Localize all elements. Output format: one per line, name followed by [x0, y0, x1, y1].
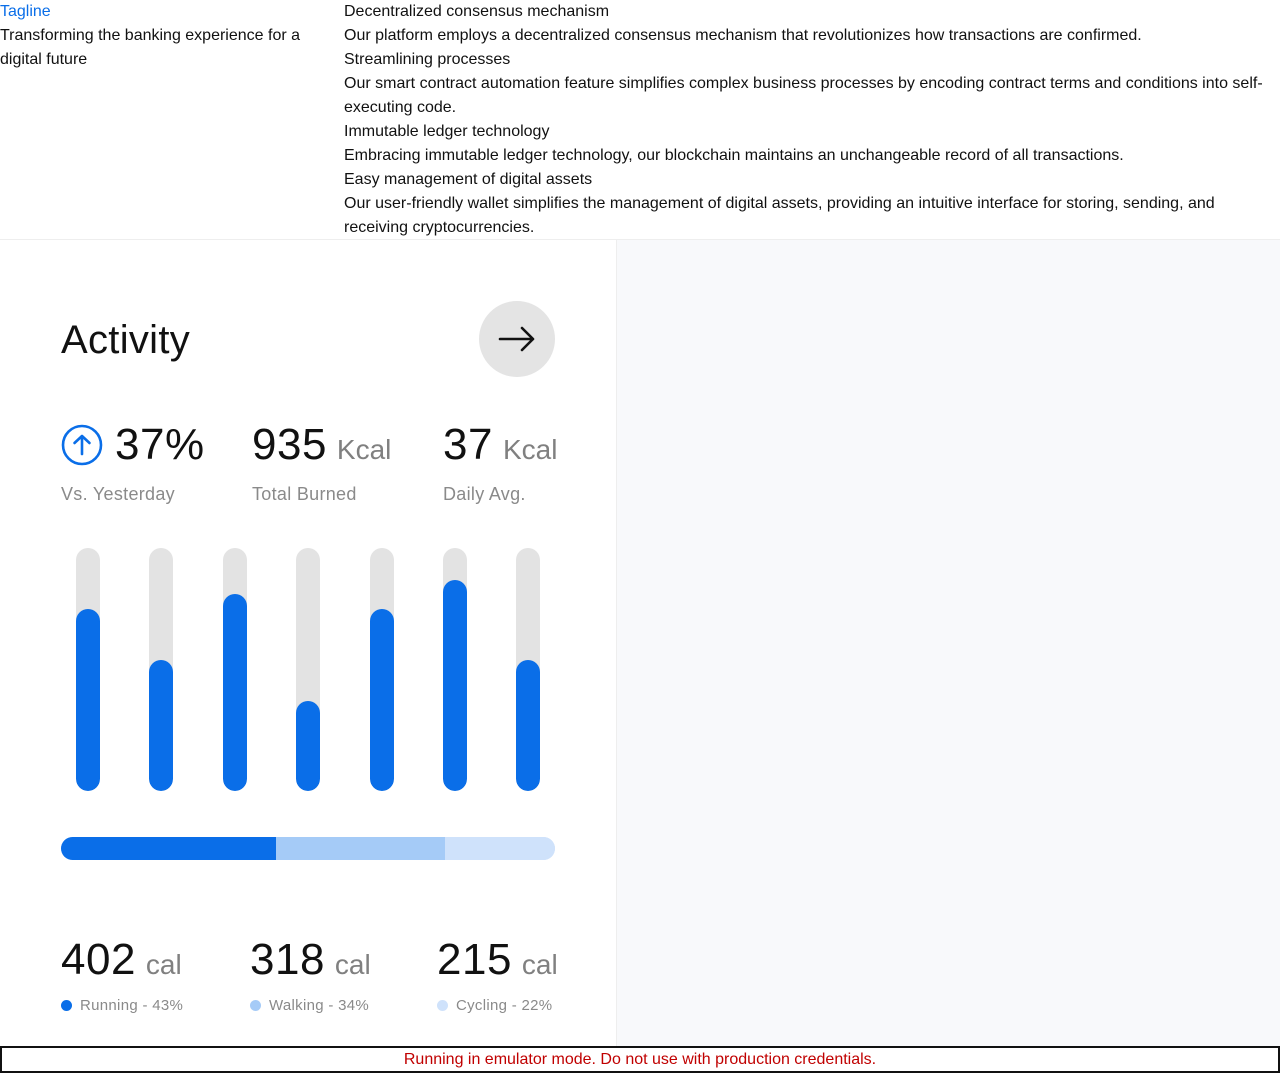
legend-dot	[250, 1000, 261, 1011]
tagline-column: Tagline Transforming the banking experie…	[0, 0, 320, 72]
breakdown-value: 215	[437, 935, 512, 984]
feature-title: Decentralized consensus mechanism	[344, 3, 610, 20]
feature-description: Our smart contract automation feature si…	[344, 75, 1263, 116]
breakdown-cycling: 215 cal Cycling - 22%	[437, 935, 558, 1014]
bar	[370, 609, 394, 791]
calorie-split-bar	[61, 837, 555, 860]
empty-preview-panel	[617, 240, 1280, 1046]
feature-description: Embracing immutable ledger technology, o…	[344, 147, 1124, 164]
activity-card: Activity 37% Vs. Yesterday 935 Kcal Tota…	[0, 240, 616, 1046]
progress-segment	[275, 837, 446, 860]
bar-track	[516, 548, 540, 791]
bar-track	[149, 548, 173, 791]
breakdown-value: 318	[250, 935, 325, 984]
card-title: Activity	[61, 318, 191, 362]
arrow-up-circle-icon	[61, 424, 103, 466]
legend-item: Cycling - 22%	[437, 997, 558, 1014]
bar	[149, 660, 173, 791]
open-activity-button[interactable]	[479, 301, 555, 377]
legend-item: Walking - 34%	[250, 997, 371, 1014]
stat-total-burned: 935 Kcal Total Burned	[252, 420, 391, 505]
breakdown-unit: cal	[145, 949, 182, 980]
progress-segment	[61, 837, 276, 860]
bar	[76, 609, 100, 791]
legend-dot	[437, 1000, 448, 1011]
stat-label: Daily Avg.	[443, 484, 526, 504]
feature-title: Streamlining processes	[344, 51, 511, 68]
stat-value: 37%	[115, 420, 205, 469]
feature-description: Our platform employs a decentralized con…	[344, 27, 1142, 44]
feature-title: Easy management of digital assets	[344, 171, 593, 188]
features-list: Decentralized consensus mechanism Our pl…	[344, 0, 1274, 240]
bar-track	[76, 548, 100, 791]
legend-label: Cycling - 22%	[456, 997, 553, 1014]
bar	[516, 660, 540, 791]
breakdown-value: 402	[61, 935, 136, 984]
legend-label: Running - 43%	[80, 997, 184, 1014]
stat-label: Vs. Yesterday	[61, 484, 175, 504]
bar-track	[443, 548, 467, 791]
breakdown-walking: 318 cal Walking - 34%	[250, 935, 371, 1014]
arrow-right-icon	[498, 326, 535, 352]
tagline-label: Tagline	[0, 3, 51, 20]
bar	[223, 594, 247, 791]
emulator-warning-banner: Running in emulator mode. Do not use wit…	[0, 1046, 1280, 1073]
stat-daily-avg: 37 Kcal Daily Avg.	[443, 420, 557, 505]
legend-label: Walking - 34%	[269, 997, 370, 1014]
bar-track	[223, 548, 247, 791]
stat-value: 935	[252, 420, 327, 469]
legend-item: Running - 43%	[61, 997, 183, 1014]
stat-value: 37	[443, 420, 493, 469]
breakdown-unit: cal	[521, 949, 558, 980]
stat-unit: Kcal	[502, 434, 558, 465]
feature-description: Our user-friendly wallet simplifies the …	[344, 195, 1215, 236]
top-section: Tagline Transforming the banking experie…	[0, 0, 1280, 240]
progress-segment	[445, 837, 555, 860]
legend-dot	[61, 1000, 72, 1011]
stat-vs-yesterday: 37% Vs. Yesterday	[61, 420, 205, 505]
stat-label: Total Burned	[252, 484, 357, 504]
stat-unit: Kcal	[336, 434, 392, 465]
bar	[443, 580, 467, 791]
bar	[296, 701, 320, 791]
breakdown-unit: cal	[334, 949, 371, 980]
activity-bar-chart	[0, 548, 616, 791]
breakdown-running: 402 cal Running - 43%	[61, 935, 183, 1014]
tagline-text: Transforming the banking experience for …	[0, 27, 301, 68]
feature-title: Immutable ledger technology	[344, 123, 550, 140]
bar-track	[370, 548, 394, 791]
bar-track	[296, 548, 320, 791]
